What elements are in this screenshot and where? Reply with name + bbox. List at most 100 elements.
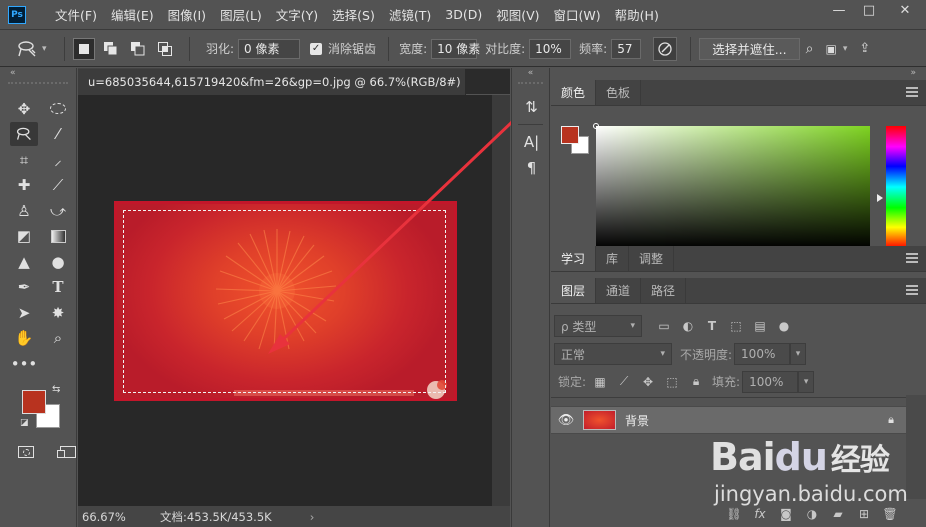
brush-tool-icon[interactable]: ⟋	[44, 173, 72, 197]
panel-menu-icon[interactable]	[906, 285, 918, 295]
fill-input[interactable]: 100%	[742, 370, 799, 393]
panel-grip[interactable]	[8, 82, 68, 90]
history-brush-tool-icon[interactable]: ⤻	[44, 199, 72, 223]
pixel-filter-icon[interactable]: ▭	[652, 316, 676, 336]
clone-stamp-tool-icon[interactable]: ♙	[10, 199, 38, 223]
workspace-icon[interactable]: ▣	[825, 42, 836, 56]
layer-thumbnail[interactable]	[583, 410, 616, 430]
pen-pressure-button[interactable]	[653, 36, 678, 61]
crop-tool-icon[interactable]: ⌗	[10, 148, 38, 172]
feather-input[interactable]: 0 像素	[238, 38, 301, 59]
paragraph-panel-icon[interactable]: ¶	[512, 155, 551, 181]
width-input[interactable]: 10 像素	[431, 38, 480, 59]
new-selection-button[interactable]	[73, 37, 95, 60]
menu-file[interactable]: 文件(F)	[48, 5, 104, 24]
status-menu-arrow-icon[interactable]: ›	[310, 510, 315, 524]
tab-swatches[interactable]: 色板	[596, 80, 642, 105]
chevron-down-icon[interactable]: ▾	[843, 44, 848, 54]
foreground-color-swatch[interactable]	[22, 390, 46, 414]
lock-all-icon[interactable]: 🔒︎	[684, 372, 708, 392]
blur-tool-icon[interactable]: ▲	[10, 250, 38, 274]
close-button[interactable]: ✕	[884, 0, 926, 20]
select-and-mask-button[interactable]: 选择并遮住...	[699, 37, 800, 60]
menu-window[interactable]: 窗口(W)	[547, 5, 608, 24]
opacity-input[interactable]: 100%	[734, 343, 791, 365]
vertical-scrollbar[interactable]	[492, 95, 510, 507]
type-filter-icon[interactable]: T	[700, 316, 724, 336]
restore-button[interactable]: □	[854, 0, 884, 20]
menu-select[interactable]: 选择(S)	[325, 5, 382, 24]
shape-tool-icon[interactable]: ✸	[44, 301, 72, 325]
antialias-checkbox[interactable]: ✓ 消除锯齿	[310, 40, 376, 57]
panel-grip[interactable]	[518, 82, 543, 90]
quick-mask-icon[interactable]	[12, 440, 40, 464]
more-tools-icon[interactable]: •••	[10, 352, 38, 376]
hand-tool-icon[interactable]: ✋	[10, 326, 38, 350]
eyedropper-tool-icon[interactable]: ⸝	[44, 148, 72, 172]
foreground-color-swatch[interactable]	[561, 126, 579, 144]
frequency-input[interactable]: 57	[611, 38, 642, 59]
menu-image[interactable]: 图像(I)	[161, 5, 213, 24]
color-field-cursor[interactable]	[593, 123, 599, 129]
tab-color[interactable]: 颜色	[551, 80, 597, 105]
opacity-slider-toggle[interactable]: ▾	[790, 343, 807, 365]
lock-artboard-icon[interactable]: ⬚	[660, 372, 684, 392]
eraser-tool-icon[interactable]: ◩	[10, 224, 38, 248]
tab-channels[interactable]: 通道	[596, 278, 642, 303]
menu-type[interactable]: 文字(Y)	[269, 5, 325, 24]
menu-help[interactable]: 帮助(H)	[608, 5, 666, 24]
path-selection-tool-icon[interactable]: ➤	[10, 301, 38, 325]
menu-filter[interactable]: 滤镜(T)	[382, 5, 438, 24]
lock-pixels-icon[interactable]: ⟋	[612, 372, 636, 392]
tab-learn[interactable]: 学习	[551, 246, 597, 271]
hue-slider[interactable]	[886, 126, 906, 248]
subtract-selection-button[interactable]	[127, 38, 149, 60]
tool-preset-picker[interactable]: ▾	[16, 35, 56, 63]
fill-slider-toggle[interactable]: ▾	[798, 370, 815, 393]
app-logo[interactable]: Ps	[8, 5, 26, 24]
minimize-button[interactable]: —	[824, 0, 854, 20]
smart-object-filter-icon[interactable]: ▤	[748, 316, 772, 336]
magic-wand-tool-icon[interactable]: ⁄	[44, 122, 72, 146]
dodge-tool-icon[interactable]: ●	[44, 250, 72, 274]
intersect-selection-button[interactable]	[154, 38, 176, 60]
tab-libraries[interactable]: 库	[596, 246, 630, 271]
share-icon[interactable]: ⇪	[859, 41, 870, 56]
panel-menu-icon[interactable]	[906, 253, 918, 263]
menu-layer[interactable]: 图层(L)	[213, 5, 269, 24]
add-selection-button[interactable]	[100, 38, 122, 60]
adjustment-filter-icon[interactable]: ◐	[676, 316, 700, 336]
lock-transparent-icon[interactable]: ▦	[588, 372, 612, 392]
default-colors-icon[interactable]: ◪	[20, 418, 29, 428]
character-panel-icon[interactable]: A|	[512, 129, 551, 155]
collapse-panels-icon[interactable]: »	[551, 68, 926, 80]
lock-position-icon[interactable]: ✥	[636, 372, 660, 392]
hue-slider-handle[interactable]	[877, 194, 883, 202]
type-tool-icon[interactable]: T	[44, 275, 72, 299]
panel-menu-icon[interactable]	[906, 87, 918, 97]
pen-tool-icon[interactable]: ✒	[10, 275, 38, 299]
lasso-tool-icon[interactable]	[10, 122, 38, 147]
zoom-level[interactable]: 66.67%	[78, 510, 158, 524]
tab-layers[interactable]: 图层	[551, 278, 597, 303]
collapse-strip-icon[interactable]: «	[512, 68, 549, 82]
tab-adjustments[interactable]: 调整	[629, 246, 675, 271]
filter-toggle-icon[interactable]: ●	[772, 316, 796, 336]
menu-3d[interactable]: 3D(D)	[438, 7, 489, 22]
document-tab[interactable]: u=685035644,615719420&fm=26&gp=0.jpg @ 6…	[78, 69, 466, 95]
layer-name[interactable]: 背景	[625, 412, 649, 429]
history-panel-icon[interactable]: ⇅	[512, 94, 551, 120]
zoom-tool-icon[interactable]: ⌕	[44, 326, 72, 350]
swap-colors-icon[interactable]: ⇆	[52, 384, 60, 395]
blend-mode-dropdown[interactable]: 正常 ▾	[554, 343, 672, 365]
move-tool-icon[interactable]: ✥	[10, 97, 38, 121]
tab-paths[interactable]: 路径	[641, 278, 687, 303]
menu-view[interactable]: 视图(V)	[489, 5, 546, 24]
menu-edit[interactable]: 编辑(E)	[104, 5, 161, 24]
kind-filter-dropdown[interactable]: ρ 类型 ▾	[554, 315, 642, 337]
gradient-tool-icon[interactable]	[44, 224, 72, 248]
healing-brush-tool-icon[interactable]: ✚	[10, 173, 38, 197]
contrast-input[interactable]: 10%	[529, 38, 572, 59]
color-field[interactable]	[596, 126, 870, 248]
marquee-tool-icon[interactable]	[44, 97, 72, 121]
